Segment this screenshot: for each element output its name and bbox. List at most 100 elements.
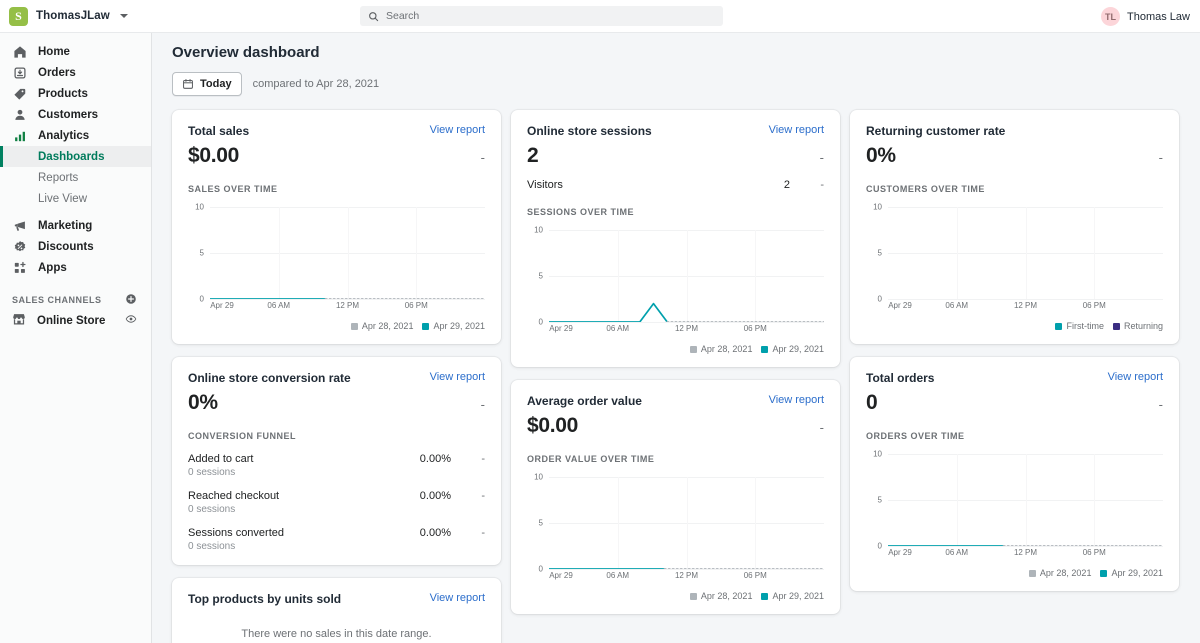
- sidebar-item-marketing[interactable]: Marketing: [0, 215, 151, 236]
- user-menu[interactable]: TL Thomas Law: [1101, 0, 1190, 33]
- legend-item-previous: Apr 28, 2021: [690, 591, 753, 601]
- store-switcher[interactable]: S ThomasJLaw: [0, 7, 360, 26]
- chart-label: ORDERS OVER TIME: [866, 431, 1163, 441]
- date-range-label: Today: [200, 78, 232, 90]
- legend-item-current: Apr 29, 2021: [422, 321, 485, 331]
- y-axis-tick: 0: [527, 318, 543, 327]
- card-delta: -: [820, 418, 824, 438]
- chart-label: SESSIONS OVER TIME: [527, 207, 824, 217]
- x-axis-tick: 06 AM: [606, 571, 629, 580]
- chart-label: CUSTOMERS OVER TIME: [866, 184, 1163, 194]
- funnel-step-percent: 0.00%: [391, 490, 451, 502]
- page-title: Overview dashboard: [152, 33, 1200, 61]
- card-online-store-sessions: Online store sessions View report 2 - Vi…: [511, 110, 840, 367]
- top-bar: S ThomasJLaw Search TL Thomas Law: [0, 0, 1200, 33]
- legend-label: Apr 29, 2021: [1111, 568, 1163, 578]
- x-axis-tick: 06 AM: [945, 301, 968, 310]
- user-name: Thomas Law: [1127, 11, 1190, 23]
- visitors-delta: -: [790, 179, 824, 191]
- card-header: Total orders View report: [866, 371, 1163, 385]
- funnel-step-name: Reached checkout: [188, 490, 391, 502]
- view-report-link[interactable]: View report: [430, 371, 485, 383]
- y-axis-tick: 5: [866, 249, 882, 258]
- view-report-link[interactable]: View report: [430, 124, 485, 136]
- sidebar-item-label: Online Store: [37, 315, 114, 327]
- sidebar-item-products[interactable]: Products: [0, 83, 151, 104]
- chart-series: [888, 454, 1163, 546]
- gridline-horizontal: [210, 299, 485, 300]
- x-axis-tick: 06 PM: [1083, 548, 1106, 557]
- view-report-link[interactable]: View report: [769, 394, 824, 406]
- visitors-value: 2: [750, 179, 790, 191]
- sidebar-item-discounts[interactable]: Discounts: [0, 236, 151, 257]
- main-content: Overview dashboard Today compared to Apr…: [152, 33, 1200, 643]
- sidebar-item-live-view[interactable]: Live View: [0, 188, 151, 209]
- products-tag-icon: [12, 86, 27, 101]
- eye-icon[interactable]: [125, 313, 137, 328]
- sidebar-item-dashboards[interactable]: Dashboards: [0, 146, 151, 167]
- gridline-horizontal: [888, 299, 1163, 300]
- add-sales-channel-button[interactable]: [125, 293, 137, 307]
- view-report-link[interactable]: View report: [430, 592, 485, 604]
- sidebar-item-apps[interactable]: Apps: [0, 257, 151, 278]
- sidebar: Home Orders Products Customers: [0, 33, 152, 643]
- legend-label: Apr 29, 2021: [772, 591, 824, 601]
- funnel-label: CONVERSION FUNNEL: [188, 431, 485, 441]
- y-axis-tick: 0: [188, 295, 204, 304]
- sidebar-subitem-label: Dashboards: [38, 151, 104, 163]
- legend-swatch-previous: [690, 593, 697, 600]
- legend-swatch-current: [761, 593, 768, 600]
- card-title: Total orders: [866, 371, 934, 385]
- funnel-row: Added to cart 0 sessions 0.00% -: [188, 453, 485, 478]
- legend-swatch-previous: [1029, 570, 1036, 577]
- card-title: Online store sessions: [527, 124, 652, 138]
- card-total-sales: Total sales View report $0.00 - SALES OV…: [172, 110, 501, 344]
- chart-series: [549, 477, 824, 569]
- analytics-bars-icon: [12, 128, 27, 143]
- chart-customers-over-time: 0510Apr 2906 AM12 PM06 PM: [866, 207, 1163, 312]
- sidebar-item-label: Products: [38, 88, 88, 100]
- view-report-link[interactable]: View report: [1108, 371, 1163, 383]
- gridline-horizontal: [549, 322, 824, 323]
- gridline-horizontal: [549, 569, 824, 570]
- legend-label: Apr 28, 2021: [1040, 568, 1092, 578]
- card-value: $0.00: [188, 144, 239, 168]
- card-delta: -: [1159, 148, 1163, 168]
- chart-sales-over-time: 0510Apr 2906 AM12 PM06 PM: [188, 207, 485, 312]
- gridline-horizontal: [888, 546, 1163, 547]
- chart-label: SALES OVER TIME: [188, 184, 485, 194]
- y-axis-tick: 10: [527, 473, 543, 482]
- x-axis-tick: 06 PM: [405, 301, 428, 310]
- x-axis-tick: 06 PM: [744, 324, 767, 333]
- x-axis-tick: 12 PM: [675, 324, 698, 333]
- sidebar-item-online-store[interactable]: Online Store: [0, 310, 151, 331]
- chart-legend: Apr 28, 2021 Apr 29, 2021: [866, 568, 1163, 578]
- sidebar-item-analytics[interactable]: Analytics: [0, 125, 151, 146]
- home-icon: [12, 44, 27, 59]
- card-header: Total sales View report: [188, 124, 485, 138]
- card-value: 0: [866, 391, 877, 415]
- search-input[interactable]: Search: [360, 6, 723, 26]
- legend-swatch-first-time: [1055, 323, 1062, 330]
- y-axis-tick: 5: [866, 496, 882, 505]
- sidebar-item-reports[interactable]: Reports: [0, 167, 151, 188]
- card-value-row: 0 -: [866, 391, 1163, 415]
- shopify-logo-glyph: S: [15, 10, 22, 22]
- chart-legend: Apr 28, 2021 Apr 29, 2021: [527, 591, 824, 601]
- view-report-link[interactable]: View report: [769, 124, 824, 136]
- sidebar-item-orders[interactable]: Orders: [0, 62, 151, 83]
- date-range-button[interactable]: Today: [172, 72, 242, 96]
- chart-series: [888, 207, 1163, 299]
- legend-item-previous: Apr 28, 2021: [690, 344, 753, 354]
- dashboard-column-2: Online store sessions View report 2 - Vi…: [511, 110, 840, 627]
- chart-series: [549, 230, 824, 322]
- x-axis-tick: Apr 29: [888, 548, 912, 557]
- legend-label: First-time: [1066, 321, 1104, 331]
- legend-item-current: Apr 29, 2021: [761, 591, 824, 601]
- legend-label: Apr 28, 2021: [701, 591, 753, 601]
- sidebar-item-home[interactable]: Home: [0, 41, 151, 62]
- marketing-megaphone-icon: [12, 218, 27, 233]
- sidebar-item-customers[interactable]: Customers: [0, 104, 151, 125]
- card-conversion-rate: Online store conversion rate View report…: [172, 357, 501, 565]
- legend-label: Apr 29, 2021: [433, 321, 485, 331]
